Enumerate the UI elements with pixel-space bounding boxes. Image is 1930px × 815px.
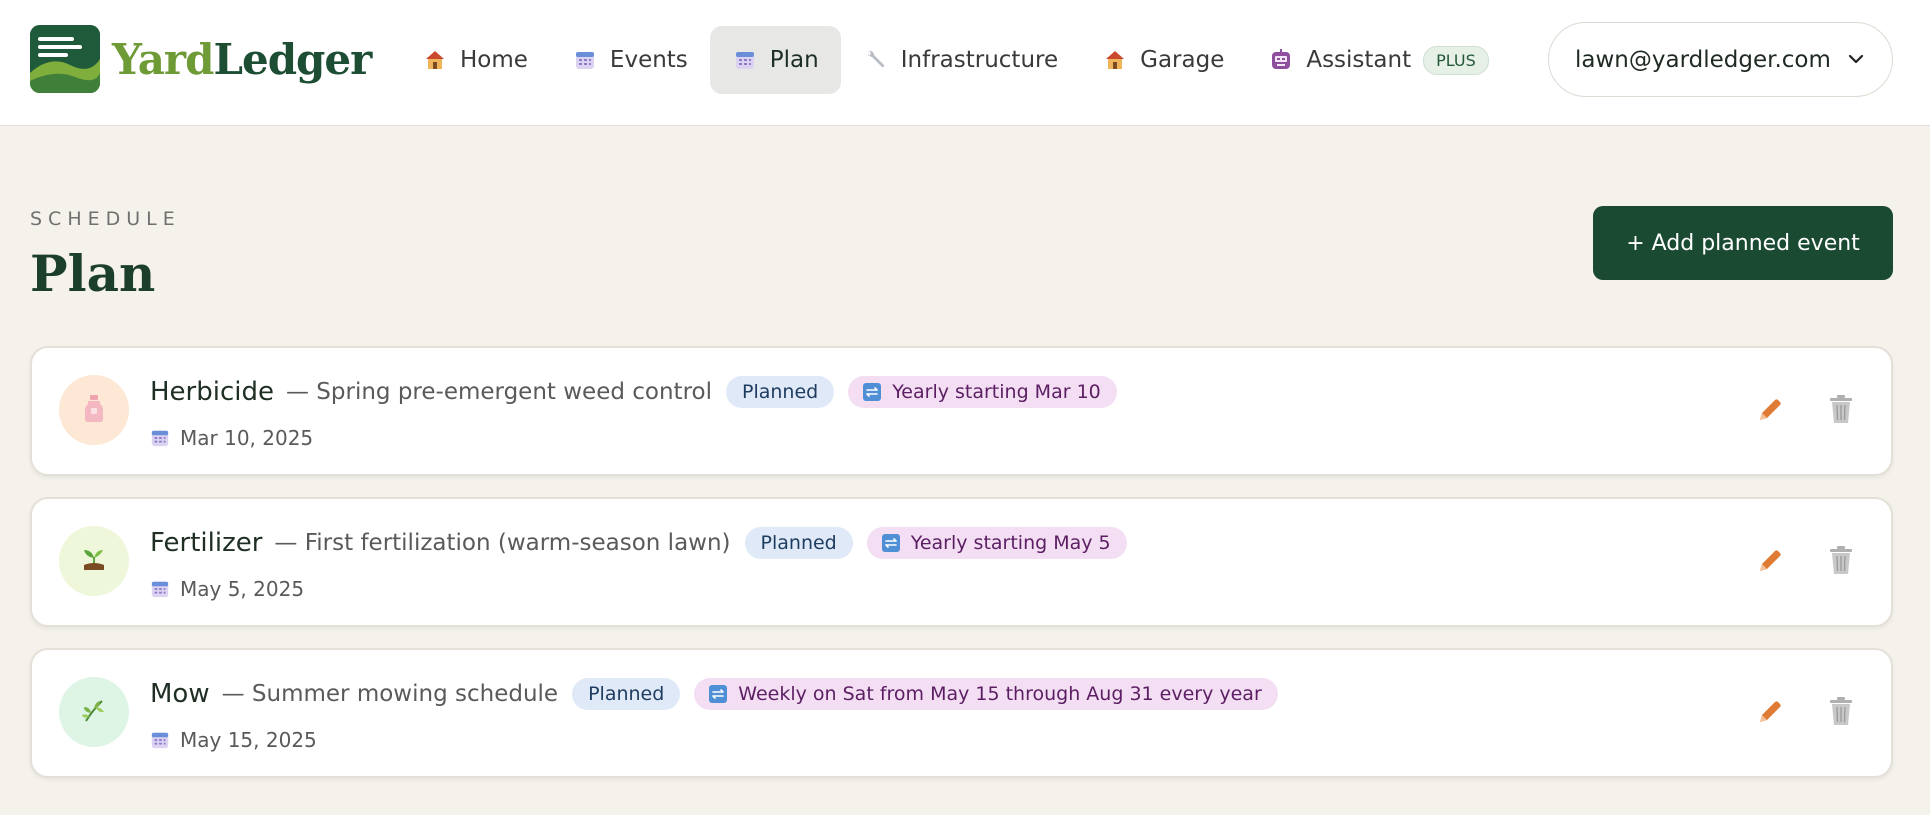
event-avatar [59,677,129,747]
calendar-icon [572,47,598,73]
nav-infrastructure-label: Infrastructure [900,47,1059,73]
logo-word-ledger: Ledger [213,34,372,84]
nav-events-label: Events [609,47,688,73]
event-name: Fertilizer [150,528,263,558]
edit-pencil-icon[interactable] [1753,695,1787,729]
event-date-row: May 15, 2025 [150,728,317,752]
logo-mark-icon [30,25,100,93]
add-planned-event-button[interactable]: + Add planned event [1593,206,1893,280]
recurrence-badge: Yearly starting Mar 10 [848,376,1117,408]
calendar-icon [150,730,170,750]
recurrence-badge: Weekly on Sat from May 15 through Aug 31… [694,678,1278,710]
app-logo[interactable]: YardLedger [30,25,372,93]
recurrence-text: Yearly starting May 5 [910,532,1111,554]
chevron-down-icon [1846,49,1866,75]
edit-pencil-icon[interactable] [1753,393,1787,427]
event-avatar [59,526,129,596]
nav-events[interactable]: Events [550,26,710,94]
repeat-icon [708,684,728,704]
recurrence-text: Weekly on Sat from May 15 through Aug 31… [738,683,1262,705]
event-name: Herbicide [150,377,274,407]
event-name: Mow [150,679,210,709]
account-email: lawn@yardledger.com [1575,46,1831,73]
repeat-icon [881,533,901,553]
nav-home-label: Home [460,47,528,73]
nav-assistant-label: Assistant [1306,47,1412,73]
calendar-icon [150,579,170,599]
event-date-row: Mar 10, 2025 [150,426,313,450]
event-description: — First fertilization (warm-season lawn) [274,530,731,556]
edit-pencil-icon[interactable] [1753,544,1787,578]
event-header: Mow — Summer mowing schedule Planned Wee… [150,678,1278,710]
account-menu[interactable]: lawn@yardledger.com [1548,22,1893,97]
trash-icon[interactable] [1824,542,1858,578]
nav-plan[interactable]: Plan [709,26,841,94]
nav-plan-label: Plan [769,47,819,73]
nav-infrastructure[interactable]: Infrastructure [841,26,1080,94]
nav-home[interactable]: Home [400,26,550,94]
event-date: May 15, 2025 [180,728,317,752]
trash-icon[interactable] [1824,693,1858,729]
repeat-icon [862,382,882,402]
event-card[interactable]: Herbicide — Spring pre-emergent weed con… [30,346,1893,476]
trash-icon[interactable] [1824,391,1858,427]
event-date: Mar 10, 2025 [180,426,314,450]
plus-badge: PLUS [1423,45,1489,75]
status-badge: Planned [726,376,835,408]
main-nav: Home Events Plan Infrastructure Garage A… [400,26,1511,94]
nav-garage-label: Garage [1140,47,1225,73]
event-header: Herbicide — Spring pre-emergent weed con… [150,376,1117,408]
garage-icon [1102,47,1128,73]
event-card[interactable]: Fertilizer — First fertilization (warm-s… [30,497,1893,627]
calendar-icon [150,428,170,448]
event-card[interactable]: Mow — Summer mowing schedule Planned Wee… [30,648,1893,778]
nav-assistant[interactable]: Assistant PLUS [1246,26,1510,94]
house-icon [422,47,448,73]
recurrence-text: Yearly starting Mar 10 [892,381,1101,403]
logo-word-yard: Yard [112,34,214,84]
event-description: — Summer mowing schedule [221,681,559,707]
event-avatar [59,375,129,445]
event-header: Fertilizer — First fertilization (warm-s… [150,527,1127,559]
spray-bottle-icon [80,393,108,427]
section-eyebrow: SCHEDULE [30,208,181,230]
herb-icon [79,695,109,729]
event-date-row: May 5, 2025 [150,577,304,601]
event-description: — Spring pre-emergent weed control [285,379,712,405]
robot-icon [1268,47,1294,73]
recurrence-badge: Yearly starting May 5 [866,527,1127,559]
wrench-icon [863,47,889,73]
seedling-icon [79,544,109,578]
status-badge: Planned [572,678,681,710]
page-title: Plan [30,244,156,303]
top-navigation-bar: YardLedger Home Events Plan Infrastructu… [0,0,1930,126]
calendar-icon [732,47,758,73]
status-badge: Planned [744,527,853,559]
logo-wordmark: YardLedger [112,34,372,84]
event-date: May 5, 2025 [180,577,305,601]
nav-garage[interactable]: Garage [1080,26,1246,94]
